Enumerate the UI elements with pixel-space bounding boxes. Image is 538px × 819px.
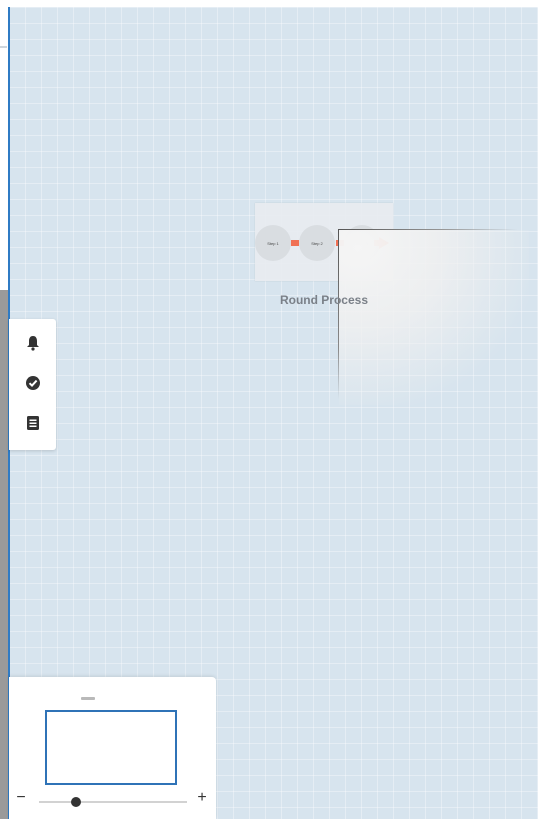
left-tool-panel xyxy=(9,319,56,450)
minimap-label xyxy=(81,697,95,700)
bell-icon xyxy=(27,336,39,351)
minimap-viewport[interactable] xyxy=(45,710,177,785)
step-circle-1: Step 1 xyxy=(255,225,291,261)
selection-guide-horizontal xyxy=(338,229,518,230)
zoom-slider-track[interactable] xyxy=(39,801,187,803)
panel-mark xyxy=(0,46,7,48)
drop-highlight xyxy=(339,230,529,405)
step-connector xyxy=(291,240,299,246)
list-document-icon xyxy=(27,416,39,430)
step-label: Step 2 xyxy=(311,240,323,246)
check-circle-icon xyxy=(26,376,40,390)
tasks-button[interactable] xyxy=(21,371,45,395)
step-label: Step 1 xyxy=(267,240,279,246)
zoom-slider-handle[interactable] xyxy=(71,797,81,807)
zoom-in-button[interactable]: + xyxy=(195,790,209,806)
top-strip xyxy=(0,0,538,7)
notes-button[interactable] xyxy=(21,411,45,435)
step-circle-2: Step 2 xyxy=(299,225,335,261)
navigator-panel: − + xyxy=(9,677,216,819)
shape-title: Round Process xyxy=(279,293,369,307)
zoom-out-button[interactable]: − xyxy=(14,790,28,806)
notifications-button[interactable] xyxy=(21,331,45,355)
selection-guide-vertical xyxy=(338,229,339,399)
